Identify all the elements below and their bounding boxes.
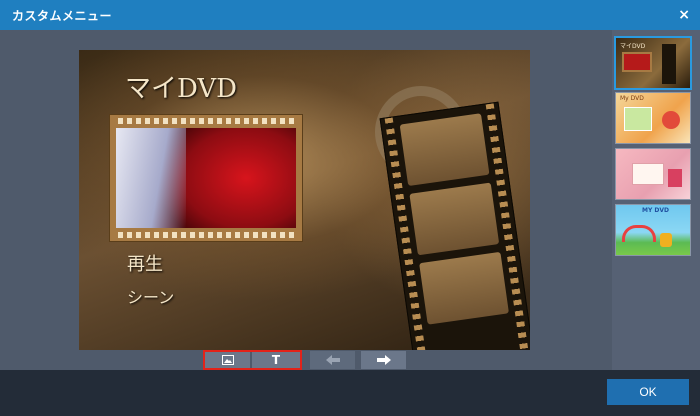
title-bar: カスタムメニュー × — [0, 0, 700, 30]
arrow-left-icon — [325, 355, 340, 365]
template-thumb-kids[interactable]: MY DVD — [615, 204, 691, 256]
insert-image-button[interactable] — [205, 351, 250, 369]
menu-preview: マイDVD 再生 シーン — [79, 50, 530, 350]
menu-thumbnail-frame[interactable] — [109, 114, 303, 242]
arrow-right-icon — [376, 355, 391, 365]
footer-bar — [0, 370, 700, 416]
close-icon[interactable]: × — [678, 7, 690, 23]
image-icon — [221, 355, 234, 365]
template-thumb-film[interactable]: マイDVD — [614, 36, 692, 90]
template-thumb-love[interactable] — [615, 148, 691, 200]
text-tool-icon: T — [271, 353, 281, 367]
menu-item-play[interactable]: 再生 — [127, 250, 163, 276]
template-thumb-title: My DVD — [620, 95, 644, 102]
menu-item-scene[interactable]: シーン — [127, 284, 174, 308]
insert-text-button[interactable]: T — [252, 351, 300, 369]
template-thumb-title: MY DVD — [642, 207, 670, 214]
prev-page-button[interactable] — [310, 351, 355, 369]
ok-button[interactable]: OK — [607, 379, 689, 405]
menu-thumbnail-image — [116, 128, 296, 228]
template-thumb-party[interactable]: My DVD — [615, 92, 691, 144]
window-title: カスタムメニュー — [12, 9, 113, 23]
menu-title[interactable]: マイDVD — [125, 68, 237, 105]
next-page-button[interactable] — [361, 351, 406, 369]
template-thumb-title: マイDVD — [620, 43, 646, 50]
